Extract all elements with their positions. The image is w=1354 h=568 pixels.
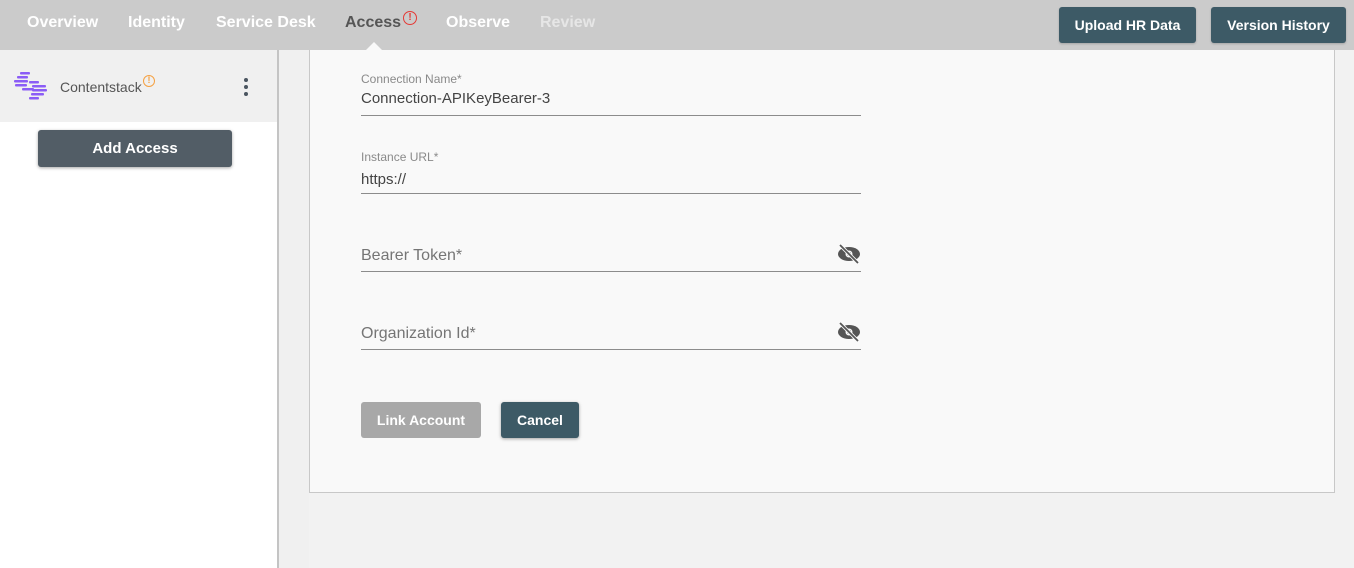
connection-name-input[interactable]: Connection-APIKeyBearer-3 [361, 90, 550, 107]
contentstack-logo-icon [14, 72, 47, 100]
connection-name-label: Connection Name* [361, 72, 462, 86]
bearer-token-underline [361, 271, 861, 272]
organization-id-field[interactable]: Organization Id* [361, 318, 861, 352]
nav-tab-review: Review [540, 14, 596, 31]
app-name: Contentstack [60, 79, 142, 95]
version-history-button[interactable]: Version History [1211, 7, 1346, 43]
sidebar: Contentstack ! Add Access [0, 50, 277, 568]
instance-url-input[interactable]: https:// [361, 171, 406, 188]
organization-id-input[interactable]: Organization Id* [361, 325, 476, 343]
active-tab-indicator [366, 42, 382, 50]
alert-icon: ! [403, 11, 418, 25]
nav-tab-identity[interactable]: Identity [128, 14, 185, 32]
nav-tab-service-desk[interactable]: Service Desk [216, 14, 316, 32]
eye-off-icon[interactable] [837, 322, 861, 342]
link-account-button[interactable]: Link Account [361, 402, 481, 438]
sidebar-item-contentstack[interactable]: Contentstack ! [0, 50, 277, 122]
organization-id-underline [361, 349, 861, 350]
connection-form-card: Connection Name* Connection-APIKeyBearer… [309, 50, 1335, 493]
connection-name-field[interactable]: Connection Name* Connection-APIKeyBearer… [361, 72, 861, 118]
top-navigation-bar: Overview Identity Service Desk Access ! … [0, 0, 1354, 50]
nav-tab-access[interactable]: Access ! [345, 11, 418, 32]
cancel-button[interactable]: Cancel [501, 402, 579, 438]
kebab-menu-icon[interactable] [240, 78, 252, 96]
connection-name-underline [361, 115, 861, 116]
eye-off-icon[interactable] [837, 244, 861, 264]
upload-hr-data-button[interactable]: Upload HR Data [1059, 7, 1196, 43]
main-gutter [279, 50, 309, 568]
instance-url-label: Instance URL* [361, 150, 439, 164]
add-access-button[interactable]: Add Access [38, 130, 232, 167]
nav-tab-access-label: Access [345, 14, 402, 31]
warning-icon: ! [143, 75, 155, 87]
bearer-token-input[interactable]: Bearer Token* [361, 247, 462, 265]
nav-tab-observe[interactable]: Observe [446, 14, 510, 32]
instance-url-underline [361, 193, 861, 194]
bearer-token-field[interactable]: Bearer Token* [361, 240, 861, 274]
nav-tab-overview[interactable]: Overview [27, 14, 98, 32]
instance-url-field[interactable]: Instance URL* https:// [361, 150, 861, 196]
